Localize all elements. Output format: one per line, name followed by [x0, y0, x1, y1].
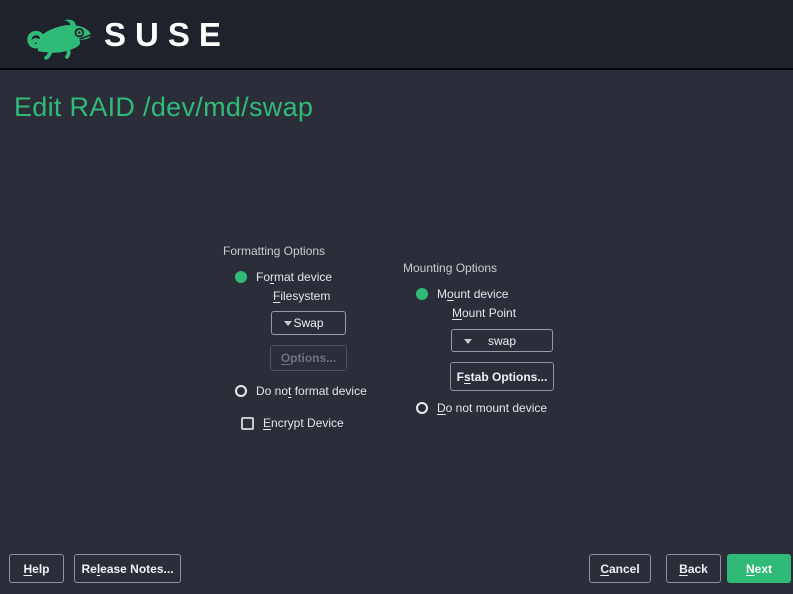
format-device-radio-row[interactable]: Format device — [235, 270, 332, 284]
formatting-options-heading: Formatting Options — [223, 244, 325, 258]
encrypt-device-label: Encrypt Device — [263, 416, 344, 430]
filesystem-select[interactable]: Swap — [271, 311, 346, 335]
mount-point-label: Mount Point — [452, 306, 516, 320]
suse-chameleon-icon — [19, 9, 95, 61]
format-device-radio[interactable] — [235, 271, 247, 283]
mount-point-select[interactable]: swap — [451, 329, 553, 352]
chevron-down-icon — [284, 321, 292, 326]
do-not-mount-label: Do not mount device — [437, 401, 547, 415]
suse-wordmark: SUSE — [104, 9, 230, 61]
filesystem-label: Filesystem — [273, 289, 330, 303]
mount-point-selected-value: swap — [488, 334, 516, 348]
do-not-mount-radio[interactable] — [416, 402, 428, 414]
do-not-format-radio[interactable] — [235, 385, 247, 397]
mount-device-label: Mount device — [437, 287, 508, 301]
mount-device-radio[interactable] — [416, 288, 428, 300]
do-not-mount-radio-row[interactable]: Do not mount device — [416, 401, 547, 415]
suse-logo: SUSE — [19, 9, 230, 61]
back-button[interactable]: Back — [666, 554, 721, 583]
chevron-down-icon — [464, 339, 472, 344]
filesystem-selected-value: Swap — [293, 316, 323, 330]
help-button[interactable]: Help — [9, 554, 64, 583]
mount-device-radio-row[interactable]: Mount device — [416, 287, 508, 301]
filesystem-options-button[interactable]: Options... — [270, 345, 347, 371]
page-title: Edit RAID /dev/md/swap — [14, 92, 313, 123]
encrypt-device-checkbox-row[interactable]: Encrypt Device — [241, 416, 344, 430]
topbar: SUSE — [0, 0, 793, 70]
cancel-button[interactable]: Cancel — [589, 554, 651, 583]
mounting-options-heading: Mounting Options — [403, 261, 497, 275]
do-not-format-radio-row[interactable]: Do not format device — [235, 384, 367, 398]
release-notes-button[interactable]: Release Notes... — [74, 554, 181, 583]
encrypt-device-checkbox[interactable] — [241, 417, 254, 430]
format-device-label: Format device — [256, 270, 332, 284]
fstab-options-button[interactable]: Fstab Options... — [450, 362, 554, 391]
next-button[interactable]: Next — [727, 554, 791, 583]
installer-window: SUSE Edit RAID /dev/md/swap Formatting O… — [0, 0, 793, 594]
do-not-format-label: Do not format device — [256, 384, 367, 398]
